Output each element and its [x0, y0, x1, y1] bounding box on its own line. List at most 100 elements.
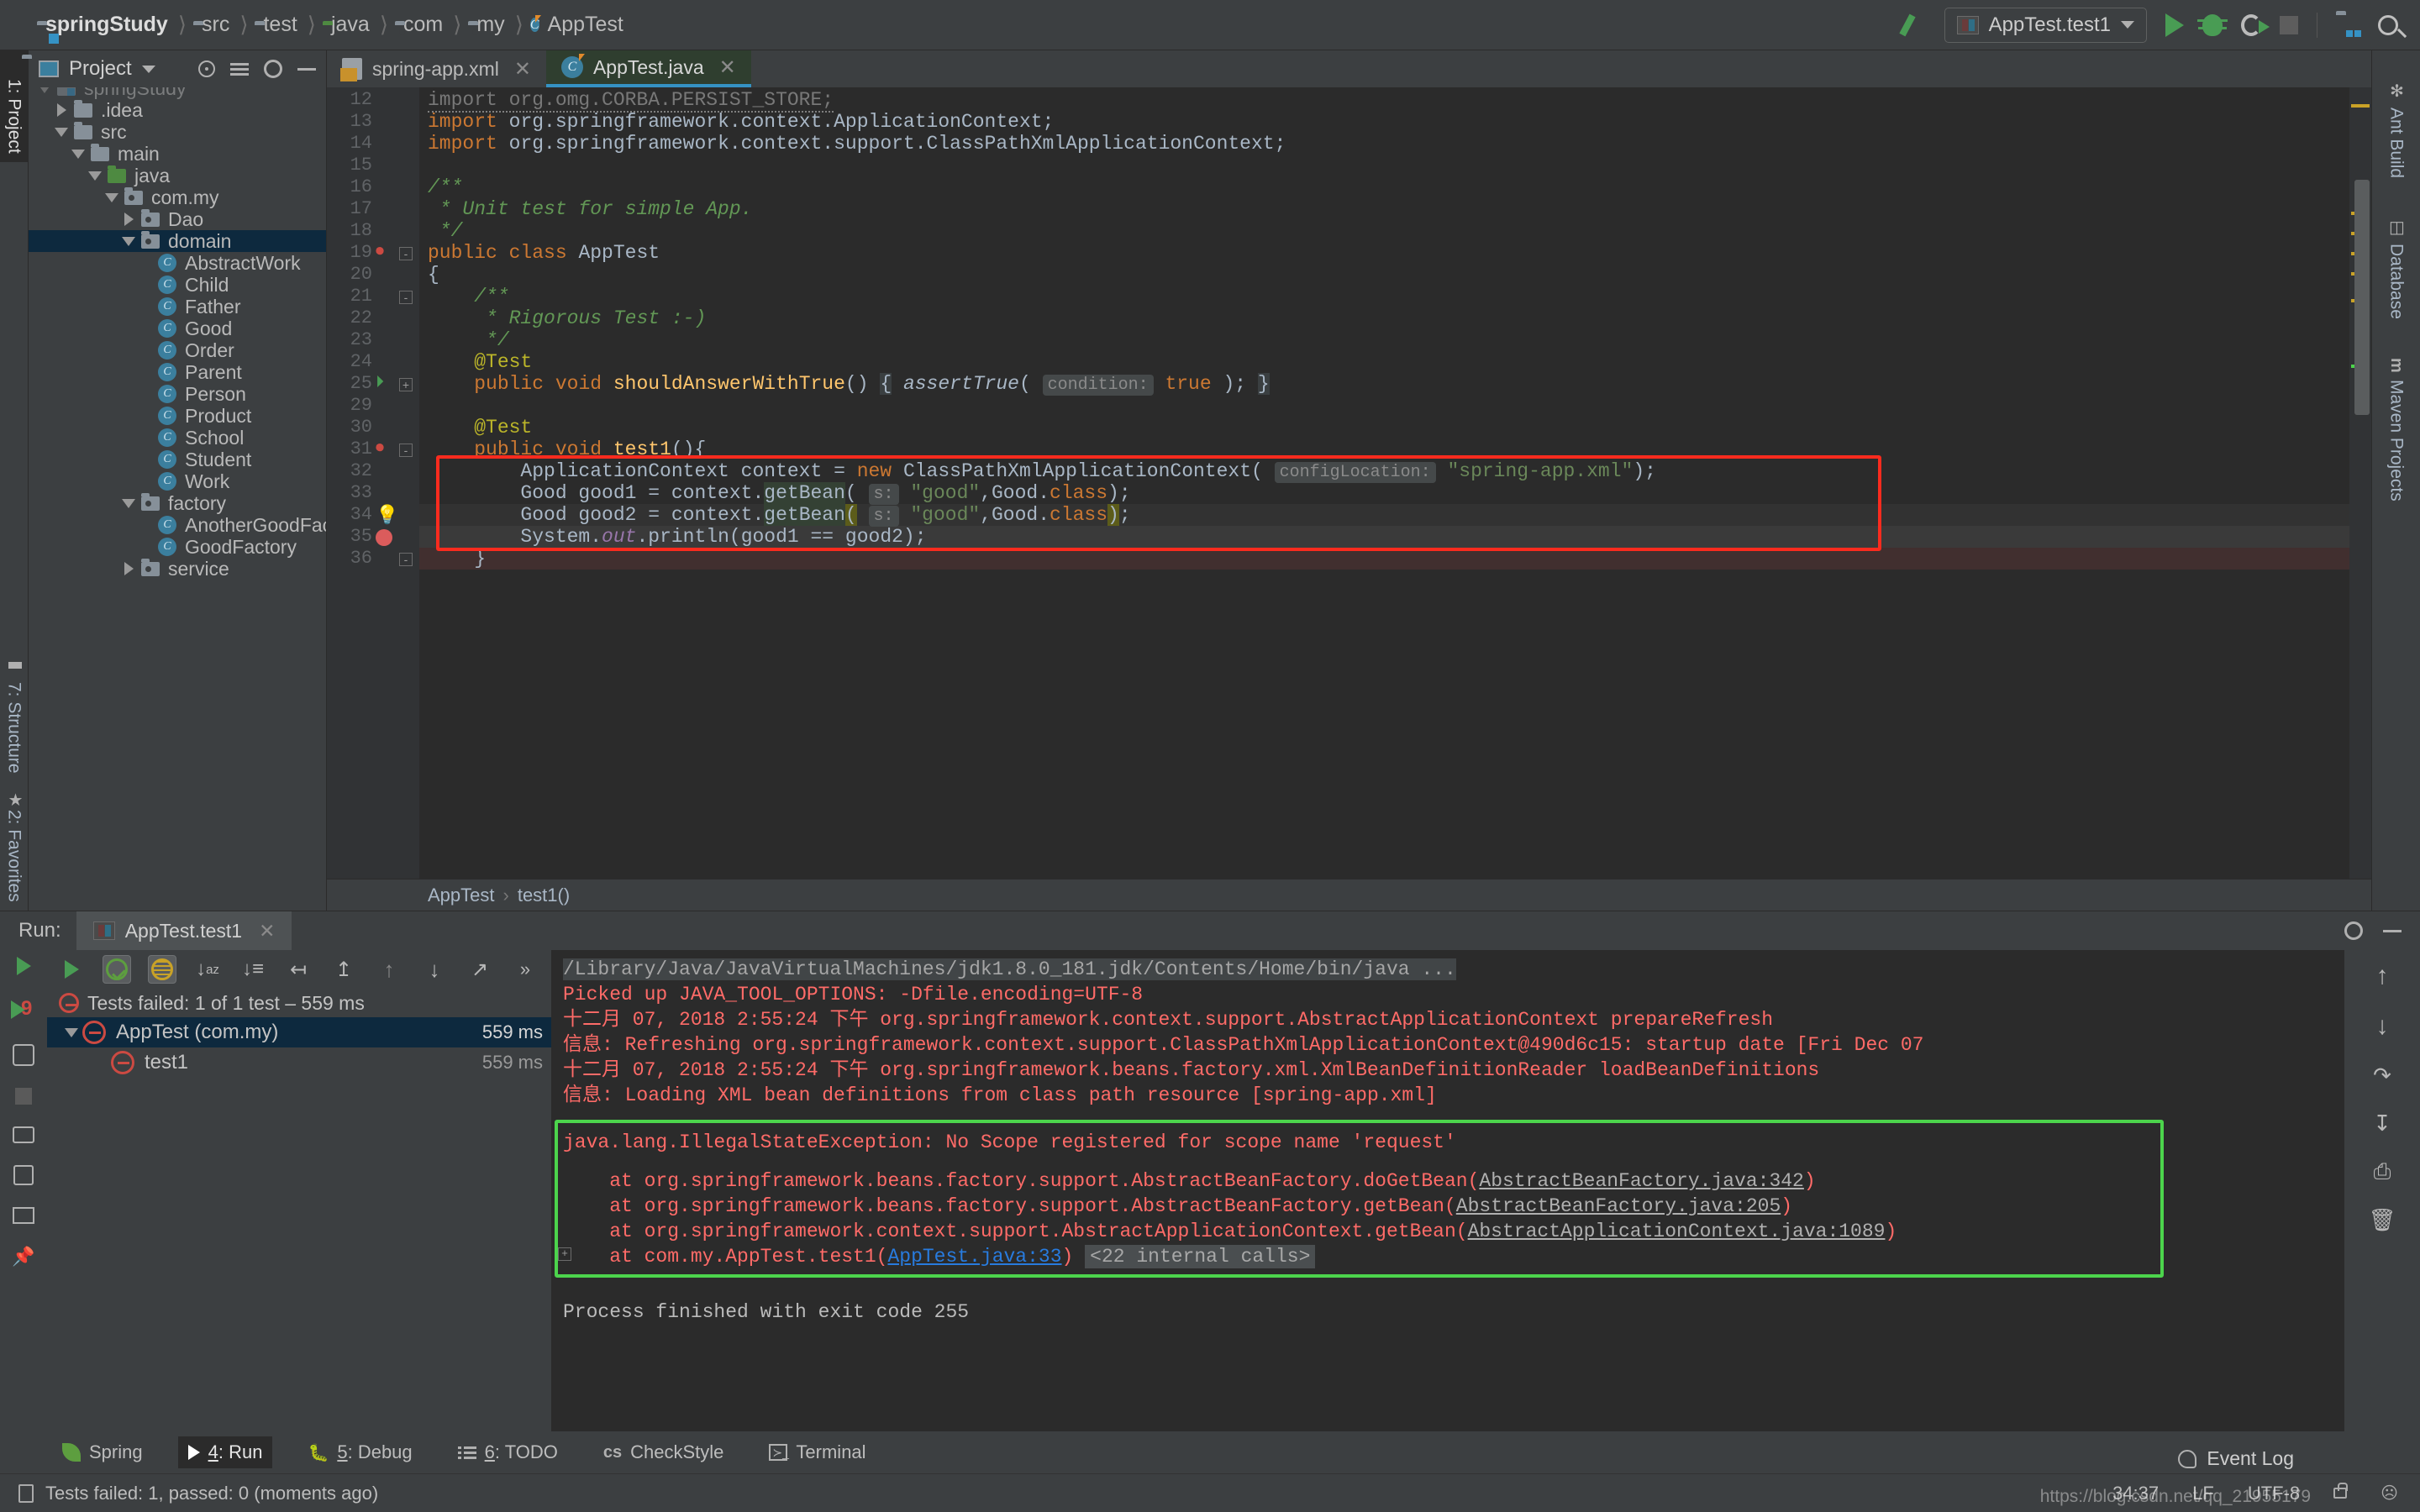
- code-editor[interactable]: 12 13 14 15 16 17 18 19 20 21 22 23 24 25 29 30 31 32 33 34…: [327, 87, 2371, 879]
- stop-icon[interactable]: [15, 1088, 32, 1105]
- rerun-tests-icon[interactable]: [57, 955, 86, 984]
- toggle-auto-test-icon[interactable]: [13, 1044, 34, 1066]
- soft-wrap-icon[interactable]: ↷: [2373, 1063, 2391, 1089]
- editor-marker-bar[interactable]: [2349, 87, 2371, 879]
- tree-node[interactable]: C Father: [29, 296, 326, 318]
- chevron-down-icon[interactable]: [103, 192, 121, 202]
- tree-node[interactable]: service: [29, 558, 326, 580]
- tree-node[interactable]: main: [29, 143, 326, 165]
- layout-icon[interactable]: [13, 1207, 34, 1224]
- code-line[interactable]: * Unit test for simple App.: [428, 198, 753, 220]
- project-tree[interactable]: springStudy .idea src main java com.my Dao doma…: [29, 87, 326, 911]
- collapse-all-icon[interactable]: [230, 61, 249, 76]
- editor-text[interactable]: import org.omg.CORBA.PERSIST_STORE;impor…: [419, 87, 2349, 879]
- chevron-down-icon[interactable]: [2121, 21, 2134, 29]
- expand-all-icon[interactable]: ↤: [284, 955, 313, 984]
- code-line[interactable]: System.out.println(good1 == good2);: [428, 526, 926, 548]
- close-icon[interactable]: ✕: [259, 920, 275, 942]
- tree-node[interactable]: C Work: [29, 470, 326, 492]
- run-icon[interactable]: [2165, 13, 2184, 37]
- editor-breadcrumb[interactable]: AppTest › test1(): [327, 879, 2371, 911]
- search-everywhere-icon[interactable]: [2378, 14, 2398, 35]
- tool-button-checkstyle[interactable]: cs CheckStyle: [593, 1436, 734, 1468]
- prev-failed-icon[interactable]: ↑: [375, 955, 403, 984]
- code-line[interactable]: import org.omg.CORBA.PERSIST_STORE;: [428, 89, 834, 113]
- code-line[interactable]: import org.springframework.context.suppo…: [428, 133, 1286, 155]
- sidebar-item-favorites[interactable]: ★ 2: Favorites: [0, 781, 28, 911]
- sort-alphabetically-icon[interactable]: ↓ az: [193, 955, 222, 984]
- chevron-down-icon[interactable]: [52, 127, 71, 137]
- project-structure-icon[interactable]: [2336, 15, 2361, 37]
- console-fold-marker[interactable]: +: [558, 1247, 571, 1261]
- trash-icon[interactable]: 🗑: [2368, 1207, 2396, 1233]
- code-line[interactable]: */: [428, 220, 463, 242]
- breadcrumb-class[interactable]: AppTest: [428, 885, 495, 906]
- stop-icon[interactable]: [2280, 15, 2298, 34]
- code-fold-marker[interactable]: -: [399, 553, 413, 566]
- tree-node[interactable]: Dao: [29, 208, 326, 230]
- hide-icon[interactable]: [2383, 929, 2402, 932]
- code-line[interactable]: /**: [428, 286, 508, 307]
- tree-node[interactable]: .idea: [29, 99, 326, 121]
- run-tab-apptest-test1[interactable]: AppTest.test1 ✕: [76, 911, 292, 950]
- code-line[interactable]: @Test: [428, 351, 532, 373]
- sidebar-item-structure[interactable]: 7: Structure: [0, 654, 28, 782]
- code-fold-marker[interactable]: -: [399, 444, 413, 457]
- sidebar-item-database[interactable]: ◫ Database: [2382, 208, 2411, 328]
- code-line[interactable]: */: [428, 329, 509, 351]
- chevron-down-icon[interactable]: [86, 171, 104, 181]
- intention-bulb-icon[interactable]: 💡: [376, 504, 398, 526]
- pin-icon[interactable]: 📌: [12, 1246, 34, 1268]
- code-line[interactable]: Good good2 = context.getBean( s: "good",…: [428, 504, 1131, 528]
- tree-node[interactable]: C Student: [29, 449, 326, 470]
- debug-icon[interactable]: [2197, 13, 2228, 36]
- hide-icon[interactable]: [297, 67, 316, 71]
- test-tree-row[interactable]: test1 559 ms: [47, 1047, 551, 1078]
- rerun-failed-icon[interactable]: 9: [11, 997, 36, 1022]
- tab-apptest-java[interactable]: C AppTest.java ✕: [545, 50, 751, 87]
- tree-node[interactable]: domain: [29, 230, 326, 252]
- tree-node[interactable]: C School: [29, 427, 326, 449]
- breadcrumb-item-com[interactable]: com: [395, 13, 446, 37]
- tree-node[interactable]: C Child: [29, 274, 326, 296]
- code-line[interactable]: * Rigorous Test :-): [428, 307, 706, 329]
- tree-node[interactable]: com.my: [29, 186, 326, 208]
- tree-node[interactable]: C Product: [29, 405, 326, 427]
- code-line[interactable]: }: [428, 548, 486, 570]
- chevron-down-icon[interactable]: [35, 87, 54, 93]
- tool-button-6-todo[interactable]: 6: TODO: [448, 1436, 568, 1468]
- up-arrow-icon[interactable]: ↑: [2376, 962, 2389, 990]
- code-fold-marker[interactable]: +: [399, 378, 413, 391]
- breadcrumb-item-project[interactable]: springStudy: [37, 13, 171, 44]
- export-icon[interactable]: [13, 1165, 34, 1185]
- gear-icon[interactable]: [2344, 921, 2363, 940]
- caret-position[interactable]: 34:37: [2112, 1483, 2159, 1504]
- code-line[interactable]: {: [428, 264, 439, 286]
- run-configuration-selector[interactable]: AppTest.test1: [1944, 7, 2147, 43]
- breadcrumb-item-java[interactable]: java: [323, 13, 373, 37]
- chevron-down-icon[interactable]: [119, 498, 138, 508]
- build-hammer-icon[interactable]: [1901, 13, 1926, 38]
- code-line[interactable]: /**: [428, 176, 462, 198]
- close-icon[interactable]: ✕: [514, 57, 531, 81]
- chevron-right-icon[interactable]: [119, 562, 138, 575]
- next-failed-icon[interactable]: ↓: [420, 955, 449, 984]
- hide-passed-icon[interactable]: [103, 955, 131, 984]
- tool-button-5-debug[interactable]: 🐛 5: Debug: [297, 1436, 422, 1468]
- more-icon[interactable]: »: [511, 955, 539, 984]
- scroll-to-end-icon[interactable]: ↧: [2373, 1110, 2391, 1137]
- tree-node[interactable]: C GoodFactory: [29, 536, 326, 558]
- select-opened-file-icon[interactable]: [198, 60, 215, 77]
- tree-node[interactable]: C AbstractWork: [29, 252, 326, 274]
- chevron-right-icon[interactable]: [52, 103, 71, 117]
- code-line[interactable]: public void test1(){: [428, 438, 706, 460]
- camera-icon[interactable]: [13, 1126, 34, 1143]
- editor-gutter[interactable]: 12 13 14 15 16 17 18 19 20 21 22 23 24 25 29 30 31 32 33 34…: [327, 87, 419, 879]
- tool-button-terminal[interactable]: ≻_ Terminal: [759, 1436, 876, 1468]
- tree-node[interactable]: C Order: [29, 339, 326, 361]
- breadcrumb-item-src[interactable]: src: [193, 13, 233, 37]
- line-separator[interactable]: LF: [2192, 1483, 2214, 1504]
- chevron-right-icon[interactable]: [119, 213, 138, 226]
- tab-spring-app-xml[interactable]: spring-app.xml ✕: [327, 50, 546, 87]
- rerun-icon[interactable]: [16, 957, 31, 975]
